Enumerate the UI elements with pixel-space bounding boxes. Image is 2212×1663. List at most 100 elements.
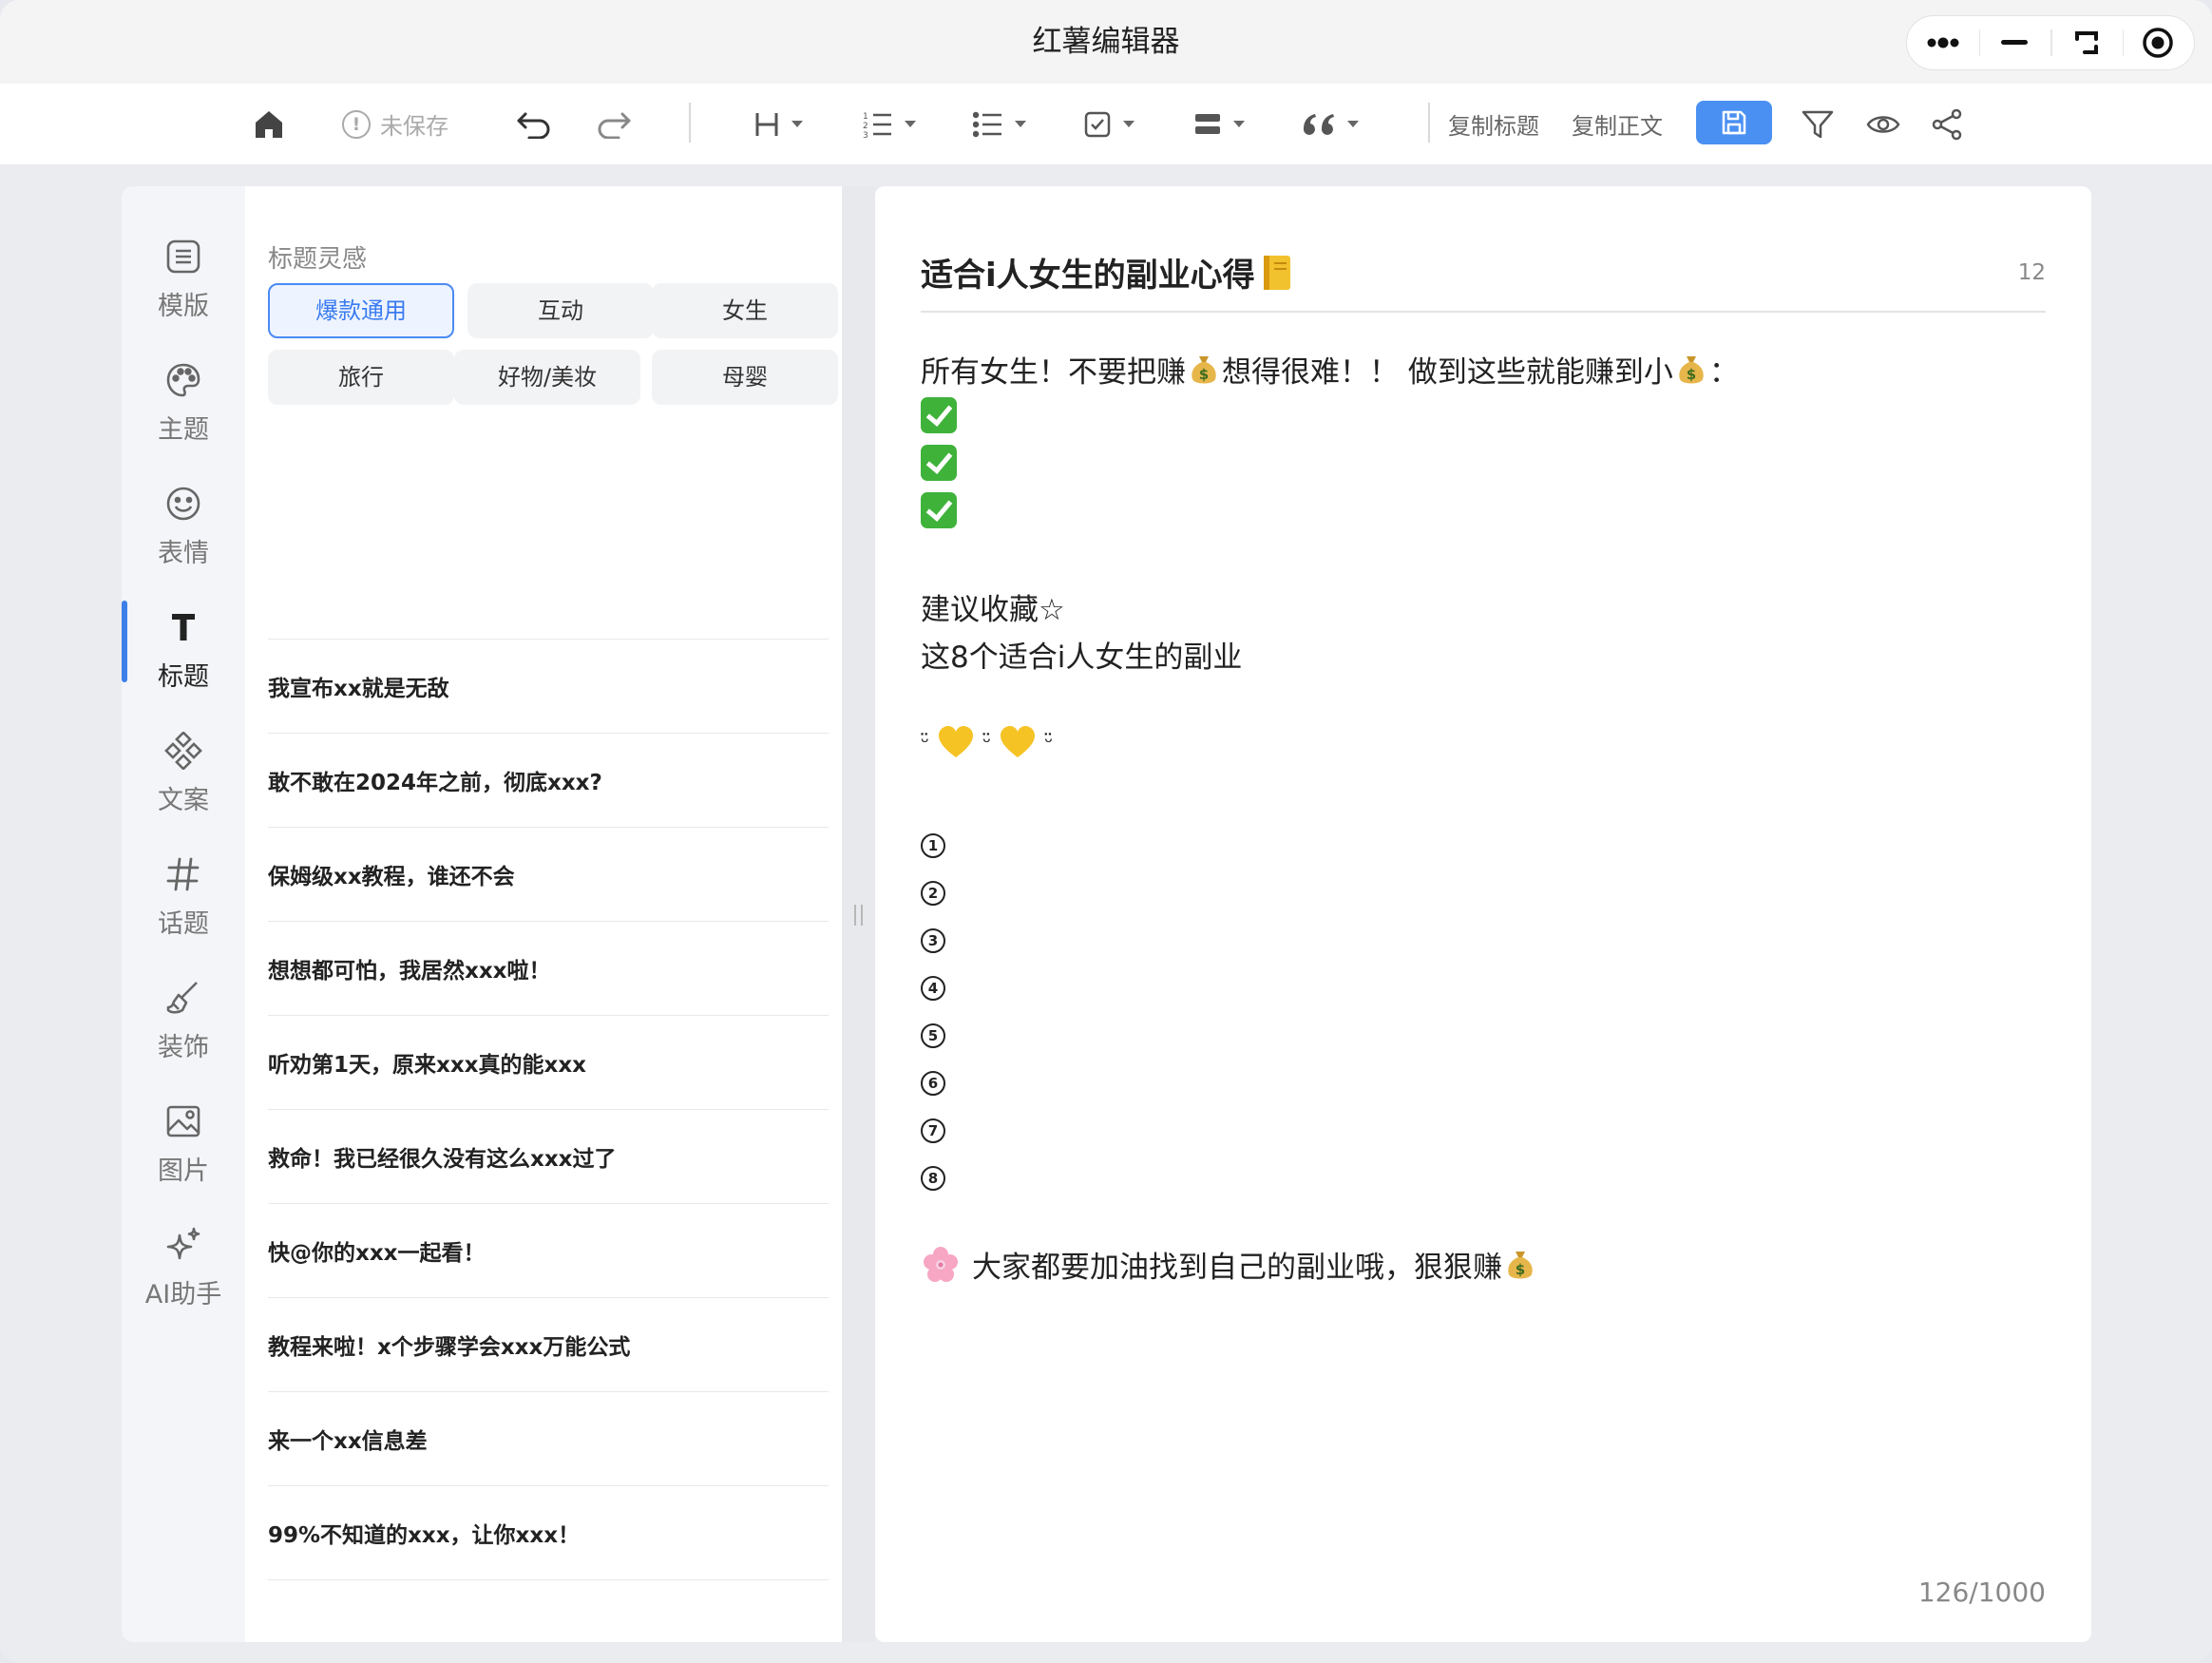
nav-item-theme[interactable]: 主题: [122, 354, 245, 458]
circled-number: 5: [921, 1023, 945, 1048]
title-suggestion[interactable]: 我宣布xx就是无敌: [268, 640, 829, 734]
bullet-list-dropdown[interactable]: [973, 84, 1026, 164]
circled-number: 3: [921, 928, 945, 953]
circled-number: 7: [921, 1118, 945, 1143]
more-button[interactable]: [1907, 16, 1979, 69]
check-line: [921, 397, 957, 433]
undo-button[interactable]: [516, 84, 552, 164]
heading-dropdown[interactable]: [753, 84, 803, 164]
tag-maternity[interactable]: 母婴: [652, 350, 838, 405]
home-button[interactable]: [253, 84, 285, 164]
nav-item-template[interactable]: 模版: [122, 230, 245, 335]
unsaved-label: 未保存: [380, 113, 448, 140]
undo-icon: [517, 112, 550, 139]
title-suggestion[interactable]: 99%不知道的xxx，让你xxx！: [268, 1486, 829, 1580]
circled-number: 6: [921, 1071, 945, 1096]
title-suggestion[interactable]: 来一个xx信息差: [268, 1392, 829, 1486]
filter-button[interactable]: [1802, 84, 1834, 164]
minimize-icon: [2001, 40, 2029, 45]
copy-body-button[interactable]: 复制正文: [1572, 84, 1663, 164]
toolbar-divider: [689, 103, 691, 143]
body-line: 这8个适合i人女生的副业: [921, 640, 1243, 675]
tag-beauty[interactable]: 好物/美妆: [454, 350, 640, 405]
note-title-text: 适合i人女生的副业心得: [921, 257, 1255, 295]
save-button[interactable]: [1696, 101, 1772, 144]
side-navigation: 模版 主题 表情 标题 文案 话题 装饰 图片 AI助手: [122, 186, 245, 1642]
nav-item-decoration[interactable]: 装饰: [122, 971, 245, 1076]
title-inspiration-panel: 标题灵感 爆款通用 互动 女生 旅行 好物/美妆 母婴 我宣布xx就是无敌 敢不…: [245, 186, 842, 1642]
tag-trending[interactable]: 爆款通用: [268, 283, 454, 338]
share-button[interactable]: [1931, 84, 1963, 164]
nav-item-ai-assistant[interactable]: AI助手: [122, 1218, 245, 1323]
notebook-emoji-icon: [1263, 255, 1290, 290]
deco-face: ᵕ̈: [982, 730, 992, 755]
copywriting-icon: [164, 732, 202, 770]
body-line: 所有女生！不要把赚 $ 想得很难！！ 做到这些就能赚到小 $ ：: [921, 348, 1739, 391]
svg-text:$: $: [1687, 366, 1696, 383]
body-text: ：: [1708, 355, 1739, 390]
title-suggestion[interactable]: 快@你的xxx一起看！: [268, 1204, 829, 1298]
money-bag-icon: $: [1508, 1251, 1533, 1278]
body-line: 建议收藏☆: [921, 593, 1065, 627]
text-t-icon: [172, 614, 195, 640]
title-suggestion[interactable]: 敢不敢在2024年之前，彻底xxx?: [268, 734, 829, 828]
tag-girls[interactable]: 女生: [652, 283, 838, 338]
fullscreen-button[interactable]: [2050, 16, 2123, 69]
tag-interaction[interactable]: 互动: [467, 283, 654, 338]
window-title: 红薯编辑器: [1032, 25, 1180, 59]
nav-item-copywriting[interactable]: 文案: [122, 724, 245, 829]
body-char-count: 126/1000: [1917, 1577, 2046, 1608]
money-bag-icon: $: [1679, 355, 1704, 383]
yellow-heart-icon: [1001, 726, 1036, 757]
note-editor[interactable]: 适合i人女生的副业心得 12 所有女生！不要把赚 $ 想得很难！！ 做到这些就能…: [875, 186, 2091, 1642]
svg-text:$: $: [1516, 1261, 1525, 1278]
filter-icon: [1802, 110, 1834, 138]
decoration-line: ᵕ̈ ᵕ̈ ᵕ̈: [921, 724, 1053, 760]
chevron-down-icon: [1123, 121, 1135, 127]
cherry-blossom-icon: [924, 1246, 958, 1282]
checklist-dropdown[interactable]: [1083, 84, 1135, 164]
panel-resize-handle[interactable]: [842, 186, 875, 1642]
template-icon: [166, 239, 200, 274]
title-suggestion[interactable]: 救命！我已经很久没有这么xxx过了: [268, 1110, 829, 1204]
share-icon: [1932, 108, 1962, 140]
hashtag-icon: [166, 857, 200, 891]
title-suggestion[interactable]: 保姆级xx教程，谁还不会: [268, 828, 829, 922]
yellow-heart-icon: [939, 726, 974, 757]
note-title[interactable]: 适合i人女生的副业心得: [921, 249, 1293, 296]
ordered-list-dropdown[interactable]: 123: [863, 84, 916, 164]
nav-item-emoji[interactable]: 表情: [122, 477, 245, 582]
circled-number: 2: [921, 881, 945, 906]
money-bag-icon: $: [1192, 355, 1216, 383]
svg-text:2: 2: [863, 122, 868, 131]
title-suggestion[interactable]: 想想都可怕，我居然xxx啦！: [268, 922, 829, 1016]
title-suggestion-list: 我宣布xx就是无敌 敢不敢在2024年之前，彻底xxx? 保姆级xx教程，谁还不…: [268, 639, 829, 1580]
nav-item-topic[interactable]: 话题: [122, 848, 245, 952]
title-suggestion[interactable]: 听劝第1天，原来xxx真的能xxx: [268, 1016, 829, 1110]
more-dots-icon: [1927, 37, 1959, 48]
checkbox-icon: [1084, 111, 1111, 137]
minimize-button[interactable]: [1978, 16, 2051, 69]
preview-button[interactable]: [1866, 84, 1900, 164]
alert-icon: !: [342, 109, 371, 139]
copy-title-button[interactable]: 复制标题: [1448, 84, 1539, 164]
title-suggestion[interactable]: 教程来啦！x个步骤学会xxx万能公式: [268, 1298, 829, 1392]
deco-face: ᵕ̈: [1044, 730, 1054, 755]
tag-travel[interactable]: 旅行: [268, 350, 454, 405]
closing-line: 大家都要加油找到自己的副业哦，狠狠赚 $: [921, 1243, 1536, 1286]
close-button[interactable]: [2122, 16, 2195, 69]
svg-text:1: 1: [863, 112, 868, 122]
quote-dropdown[interactable]: [1302, 84, 1359, 164]
chevron-down-icon: [1233, 121, 1245, 127]
resize-grip-icon: [854, 905, 863, 926]
nav-item-title[interactable]: 标题: [122, 601, 245, 705]
divider-dropdown[interactable]: [1193, 84, 1245, 164]
circled-number: 8: [921, 1166, 945, 1191]
save-status: ! 未保存: [342, 84, 448, 164]
svg-text:$: $: [1199, 366, 1209, 383]
ordered-list-icon: 123: [863, 112, 891, 139]
nav-item-image[interactable]: 图片: [122, 1095, 245, 1199]
sparkle-icon: [166, 1227, 200, 1260]
redo-button[interactable]: [596, 84, 632, 164]
redo-icon: [598, 112, 631, 139]
